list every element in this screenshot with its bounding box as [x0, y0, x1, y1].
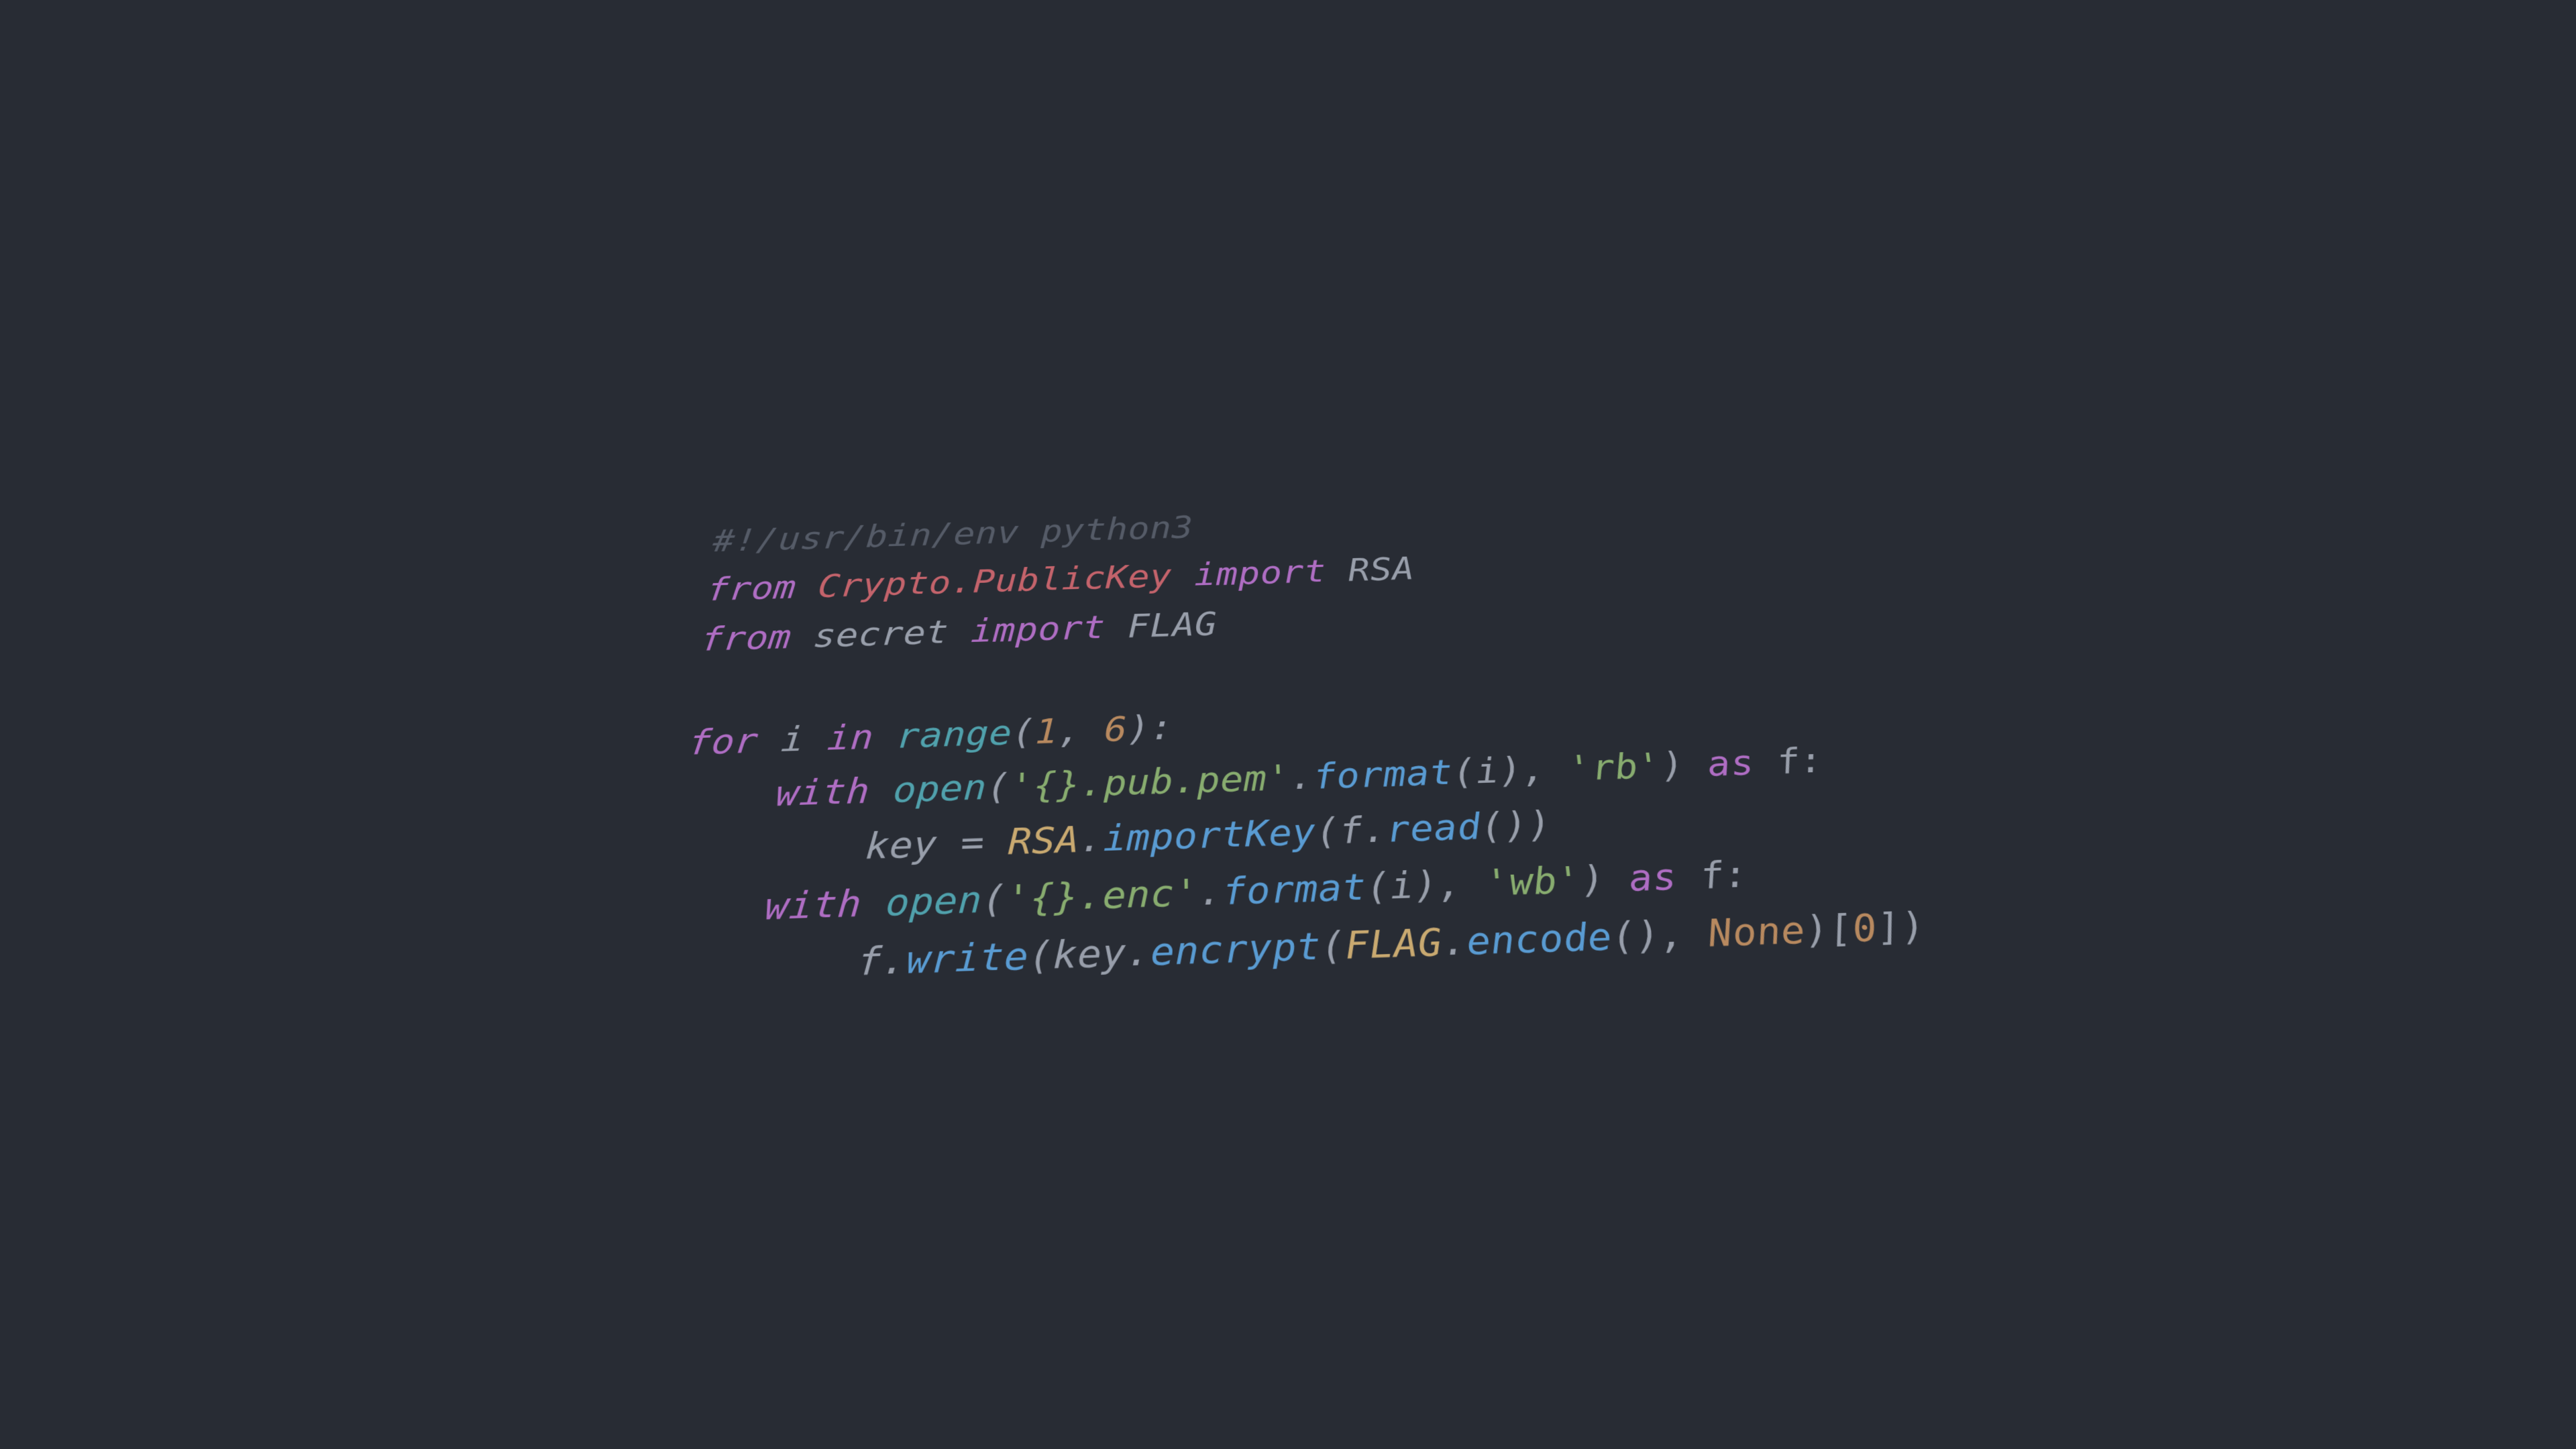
var-f: f — [856, 939, 883, 985]
paren-open: ( — [986, 766, 1011, 808]
paren-close: ) — [1127, 708, 1150, 749]
fn-range: range — [896, 713, 1013, 757]
paren-close: ) — [1578, 857, 1607, 901]
fn-format: format — [1312, 752, 1454, 797]
comma: , — [1657, 912, 1711, 957]
var-key: key — [1053, 931, 1126, 978]
op-eq: = — [936, 821, 1009, 865]
dot: . — [1362, 808, 1388, 851]
kw-for: for — [686, 721, 760, 763]
kw-none: None — [1705, 908, 1809, 955]
str-enc: '{}.enc' — [1006, 871, 1199, 920]
var-i: i — [1389, 864, 1415, 908]
var-i: i — [780, 719, 806, 759]
sym-flag: FLAG — [1128, 605, 1218, 645]
fn-write: write — [905, 934, 1029, 983]
dot: . — [1440, 920, 1468, 965]
fn-encrypt: encrypt — [1150, 924, 1322, 975]
var-f: f — [1338, 810, 1364, 852]
paren-open: ( — [1012, 712, 1036, 753]
kw-import: import — [1194, 553, 1328, 593]
dot: . — [1079, 818, 1103, 861]
code-snippet: #!/usr/bin/env python3 from Crypto.Publi… — [596, 462, 1994, 1030]
paren-close: ) — [1525, 804, 1553, 846]
fn-open: open — [892, 767, 987, 810]
kw-as: as — [1705, 743, 1757, 784]
str-wb: 'wb' — [1484, 859, 1584, 905]
colon: : — [1150, 708, 1174, 748]
paren-open: ( — [981, 877, 1007, 922]
kw-with: with — [763, 882, 863, 928]
comma: , — [1058, 710, 1105, 751]
var-flag: FLAG — [1344, 920, 1444, 968]
fn-format: format — [1222, 865, 1368, 913]
dot: . — [1289, 757, 1314, 798]
dot: . — [1126, 930, 1151, 975]
var-i: i — [1474, 751, 1501, 792]
fn-read: read — [1385, 806, 1483, 851]
paren-close: ) — [1413, 863, 1440, 906]
fn-importkey: importKey — [1103, 811, 1317, 860]
kw-from: from — [705, 569, 798, 608]
num-6: 6 — [1104, 709, 1128, 749]
paren-open: ( — [1365, 865, 1391, 908]
var-key: key — [864, 823, 938, 867]
paren-open: ( — [1315, 810, 1340, 853]
kw-import: import — [970, 608, 1106, 650]
num-1: 1 — [1034, 712, 1059, 752]
module-secret: secret — [812, 613, 949, 655]
kw-with: with — [774, 771, 871, 815]
paren-close: ) — [1658, 745, 1687, 786]
kw-from: from — [699, 618, 793, 658]
dot: . — [1198, 870, 1223, 914]
paren-open: ( — [1479, 805, 1506, 847]
sym-rsa: RSA — [1347, 550, 1415, 588]
cls-rsa: RSA — [1008, 818, 1080, 863]
fn-open: open — [884, 878, 983, 924]
paren-open: ( — [1320, 924, 1346, 969]
fn-encode: encode — [1464, 915, 1614, 964]
str-pubpem: '{}.pub.pem' — [1010, 757, 1291, 807]
kw-in: in — [826, 717, 875, 758]
kw-as: as — [1626, 855, 1679, 900]
str-rb: 'rb' — [1566, 745, 1664, 789]
module-crypto: Crypto.PublicKey — [816, 557, 1172, 604]
dot: . — [880, 938, 908, 984]
shebang-line: #!/usr/bin/env python3 — [711, 509, 1194, 559]
comma: , — [1436, 861, 1487, 906]
paren-open: ( — [1451, 751, 1478, 792]
paren-open: ( — [1028, 934, 1053, 979]
comma: , — [1520, 749, 1570, 791]
